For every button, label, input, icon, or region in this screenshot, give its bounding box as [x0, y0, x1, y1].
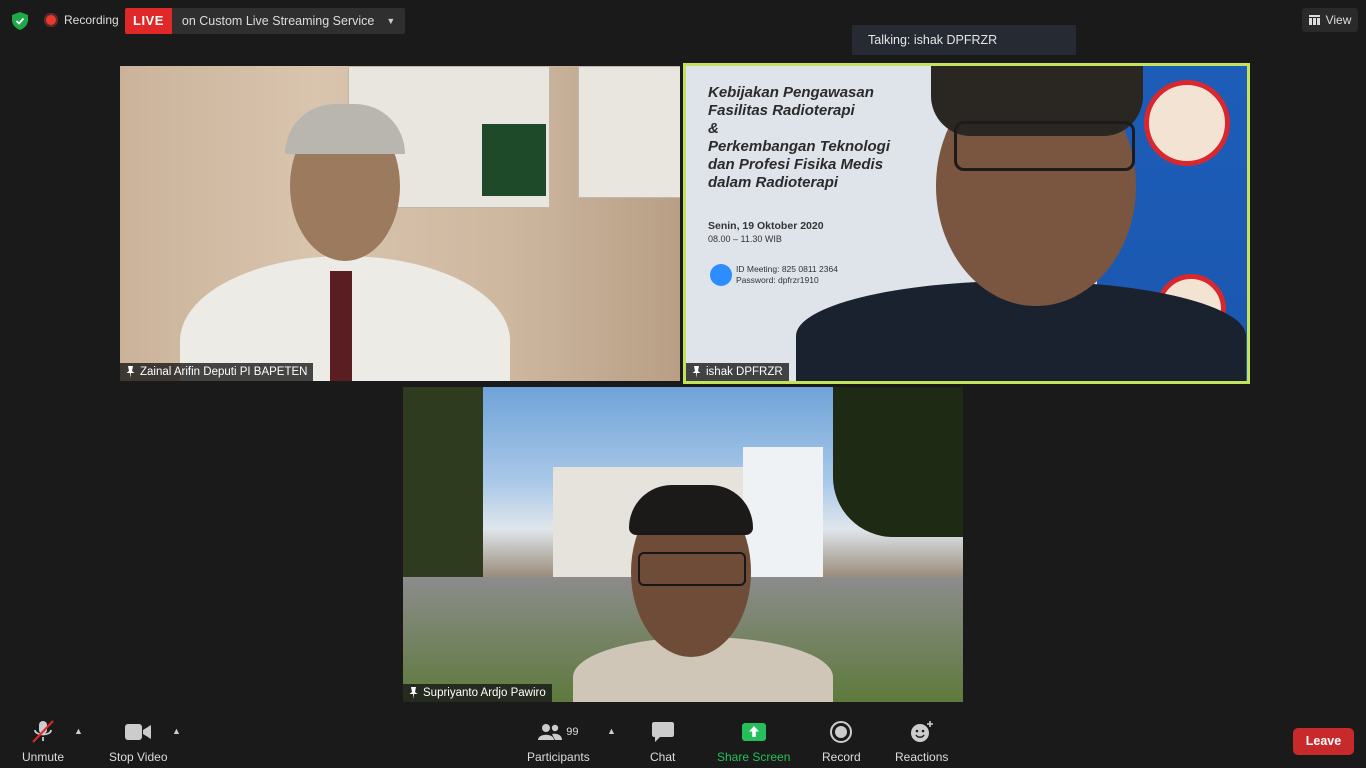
record-icon [830, 721, 853, 743]
tile-name-tag: Zainal Arifin Deputi PI BAPETEN [120, 363, 314, 381]
person-hair [629, 485, 753, 535]
participants-label: Participants [527, 750, 590, 764]
video-options-caret-icon[interactable]: ▲ [172, 726, 181, 736]
share-screen-label: Share Screen [717, 750, 791, 764]
shield-icon[interactable] [12, 12, 28, 30]
unmute-button[interactable]: Unmute [22, 720, 64, 764]
slide-title-line: dan Profesi Fisika Medis [708, 156, 884, 173]
unmute-label: Unmute [22, 750, 65, 764]
share-screen-icon [741, 723, 766, 741]
glasses [954, 121, 1135, 171]
reactions-label: Reactions [895, 750, 949, 764]
green-board [482, 124, 546, 196]
top-bar: Recording LIVE on Custom Live Streaming … [0, 0, 1366, 44]
participants-button[interactable]: 99 Participants [527, 720, 590, 764]
slide-title: Kebijakan Pengawasan Fasilitas Radiotera… [708, 84, 948, 192]
live-service-dropdown[interactable]: on Custom Live Streaming Service ▼ [171, 8, 406, 34]
participants-count: 99 [566, 726, 579, 738]
video-tile-supriyanto[interactable]: Supriyanto Ardjo Pawiro [403, 387, 963, 702]
view-button[interactable]: View [1302, 8, 1358, 32]
tile-name: Supriyanto Ardjo Pawiro [423, 687, 546, 699]
slide-meeting-id: ID Meeting: 825 0811 2364 [736, 264, 838, 274]
live-stream-status[interactable]: LIVE on Custom Live Streaming Service ▼ [125, 8, 406, 34]
participants-options-caret-icon[interactable]: ▲ [607, 726, 616, 736]
zoom-logo-icon [710, 264, 732, 286]
chat-label: Chat [650, 750, 676, 764]
participants-icon [538, 724, 563, 740]
slide-password: Password: dpfrzr1910 [736, 275, 819, 285]
video-camera-icon [125, 724, 152, 740]
stop-video-label: Stop Video [109, 750, 168, 764]
slide-time-text: 08.00 – 11.30 WIB [708, 234, 782, 244]
slide-date-text: Senin, 19 Oktober 2020 [708, 220, 824, 232]
live-badge: LIVE [125, 8, 172, 34]
record-label: Record [822, 750, 861, 764]
tile-name: ishak DPFRZR [706, 366, 783, 378]
live-service-label: on Custom Live Streaming Service [181, 14, 375, 28]
building-glass [743, 447, 823, 587]
muted-mic-icon [32, 720, 54, 743]
video-tile-ishak[interactable]: Kebijakan Pengawasan Fasilitas Radiotera… [683, 63, 1250, 384]
necktie [330, 271, 352, 381]
pin-icon [126, 366, 135, 378]
tile-name: Zainal Arifin Deputi PI BAPETEN [140, 366, 308, 378]
glasses [638, 552, 746, 586]
record-dot-icon [44, 13, 58, 27]
talking-indicator: Talking: ishak DPFRZR [852, 25, 1076, 55]
video-tile-zainal[interactable]: Zainal Arifin Deputi PI BAPETEN [120, 66, 680, 381]
meeting-toolbar: Unmute ▲ Stop Video ▲ 99 Participants ▲ [0, 708, 1366, 768]
slide-title-line: & [708, 120, 719, 137]
caret-down-icon: ▼ [386, 16, 396, 26]
recording-indicator[interactable]: Recording [44, 13, 119, 27]
slide-title-line: Perkembangan Teknologi [708, 138, 890, 155]
tile-name-tag: ishak DPFRZR [686, 363, 789, 381]
share-screen-button[interactable]: Share Screen [717, 720, 790, 764]
tile-name-tag: Supriyanto Ardjo Pawiro [403, 684, 552, 702]
leave-button[interactable]: Leave [1293, 728, 1354, 755]
slide-title-line: Fasilitas Radioterapi [708, 102, 855, 119]
stop-video-button[interactable]: Stop Video [109, 720, 168, 764]
reactions-button[interactable]: Reactions [895, 720, 948, 764]
slide-date: Senin, 19 Oktober 2020 08.00 – 11.30 WIB [708, 220, 824, 246]
speaker-photo [1144, 80, 1230, 166]
recording-label: Recording [64, 13, 119, 27]
slide-title-line: dalam Radioterapi [708, 174, 839, 191]
smiley-plus-icon [910, 721, 933, 742]
wall-poster [578, 66, 680, 198]
pin-icon [409, 687, 418, 699]
record-button[interactable]: Record [822, 720, 861, 764]
view-label: View [1325, 13, 1352, 27]
grid-view-icon [1308, 15, 1320, 25]
audio-options-caret-icon[interactable]: ▲ [74, 726, 83, 736]
chat-button[interactable]: Chat [650, 720, 675, 764]
tree-right [833, 387, 963, 537]
slide-meeting-info: ID Meeting: 825 0811 2364 Password: dpfr… [736, 264, 838, 286]
slide-title-line: Kebijakan Pengawasan [708, 84, 874, 101]
chat-bubble-icon [651, 722, 674, 742]
pin-icon [692, 366, 701, 378]
